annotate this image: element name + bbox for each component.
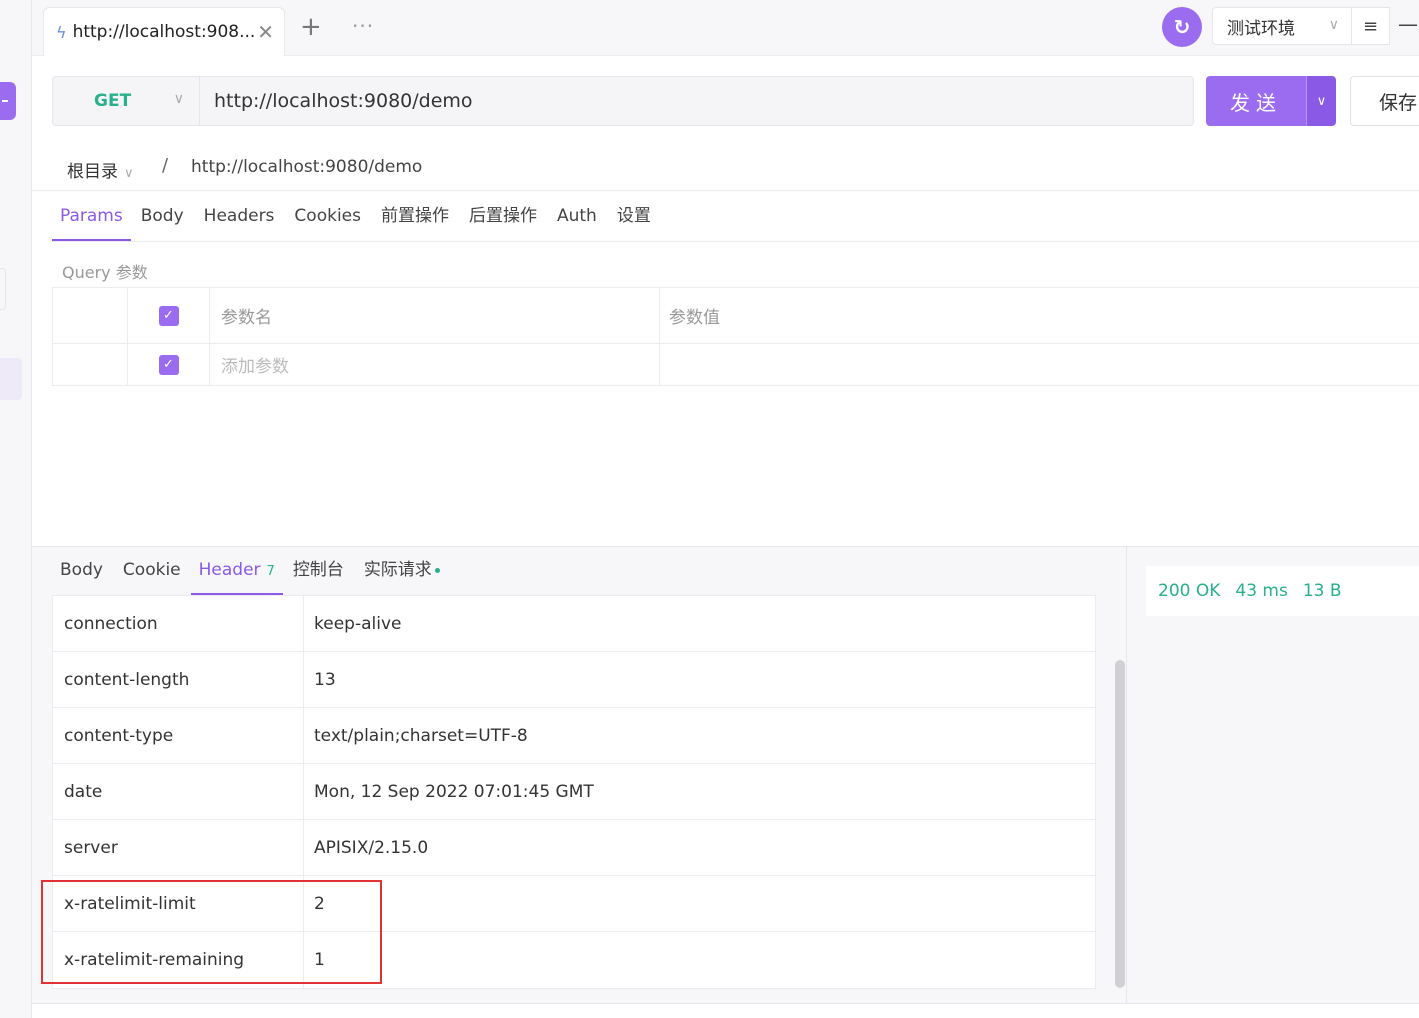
tab-params[interactable]: Params	[52, 193, 131, 241]
breadcrumb-root[interactable]: 根目录 ∨	[67, 157, 134, 182]
row-check-cell: ✓	[128, 344, 210, 385]
tab-post-actions[interactable]: 后置操作	[459, 193, 547, 241]
save-button[interactable]: 保存	[1350, 76, 1419, 126]
chevron-down-icon: ∨	[173, 91, 184, 107]
drag-cell	[53, 288, 128, 343]
highlight-annotation	[41, 880, 382, 984]
tab-response-body[interactable]: Body	[50, 548, 113, 595]
response-time: 43 ms	[1235, 581, 1288, 601]
tab-settings[interactable]: 设置	[607, 193, 661, 241]
tab-pre-actions[interactable]: 前置操作	[371, 193, 459, 241]
tab-cookies[interactable]: Cookies	[284, 193, 371, 241]
params-table: ✓ 参数名 参数值 ✓ 添加参数	[52, 287, 1419, 386]
header-count-badge: 7	[266, 564, 275, 579]
header-value: Mon, 12 Sep 2022 07:01:45 GMT	[314, 781, 594, 802]
header-key: date	[53, 764, 304, 819]
tab-title: http://localhost:908...	[72, 22, 256, 42]
tab-response-header[interactable]: Header 7	[190, 548, 283, 595]
divider	[52, 241, 1419, 242]
tab-headers[interactable]: Headers	[194, 193, 285, 241]
header-value: 13	[314, 669, 336, 690]
table-row: content-type text/plain;charset=UTF-8	[53, 708, 1095, 764]
row-checkbox[interactable]: ✓	[158, 354, 179, 375]
environment-select[interactable]: 测试环境 ∨	[1212, 7, 1352, 45]
environment-label: 测试环境	[1227, 18, 1295, 39]
response-size: 13 B	[1302, 581, 1342, 601]
header-value: keep-alive	[314, 613, 402, 634]
menu-icon[interactable]: ≡	[1352, 7, 1390, 45]
vertical-scrollbar[interactable]	[1115, 660, 1125, 988]
breadcrumb-separator: /	[162, 155, 169, 176]
tab-response-header-label: Header	[198, 560, 261, 580]
url-input[interactable]: http://localhost:9080/demo	[199, 76, 1194, 126]
table-row: content-length 13	[53, 652, 1095, 708]
panel-divider[interactable]	[1126, 546, 1127, 1018]
tab-response-cookie[interactable]: Cookie	[113, 548, 191, 595]
table-row: server APISIX/2.15.0	[53, 820, 1095, 876]
header-key: content-type	[53, 708, 304, 763]
more-tabs-button[interactable]: ···	[352, 14, 374, 38]
param-name-header: 参数名	[210, 288, 660, 343]
chevron-down-icon: ∨	[124, 166, 134, 181]
param-name-input[interactable]: 添加参数	[210, 344, 660, 385]
response-status: 200 OK 43 ms 13 B	[1146, 566, 1419, 616]
method-select[interactable]: GET ∨	[52, 76, 200, 126]
drag-cell	[53, 344, 128, 385]
table-row: date Mon, 12 Sep 2022 07:01:45 GMT	[53, 764, 1095, 820]
add-tab-button[interactable]: +	[300, 14, 322, 40]
tab-actual-request-label: 实际请求	[363, 560, 432, 580]
status-dot-icon	[434, 567, 440, 573]
sidebar-divider-mark	[0, 268, 6, 310]
sync-icon[interactable]: ↻	[1162, 7, 1202, 47]
breadcrumb-root-label: 根目录	[67, 162, 118, 182]
tab-actual-request[interactable]: 实际请求	[354, 548, 450, 595]
header-value: APISIX/2.15.0	[314, 837, 429, 858]
header-key: server	[53, 820, 304, 875]
header-key: connection	[53, 596, 304, 651]
tab-bar: ϟ http://localhost:908... ✕ + ··· ↻ 测试环境…	[32, 0, 1419, 56]
table-header-row: ✓ 参数名 参数值	[53, 288, 1419, 344]
send-button[interactable]: 发送	[1206, 76, 1306, 126]
tab-console[interactable]: 控制台	[283, 548, 354, 595]
bottom-status-bar	[32, 1003, 1419, 1018]
tab-auth[interactable]: Auth	[547, 193, 607, 241]
status-code: 200 OK	[1158, 581, 1221, 601]
add-param-placeholder: 添加参数	[221, 357, 289, 377]
param-value-header: 参数值	[669, 308, 720, 328]
param-value-input[interactable]	[660, 344, 1419, 385]
close-icon[interactable]: ✕	[257, 20, 274, 44]
query-params-label: Query 参数	[62, 263, 148, 282]
tab-body[interactable]: Body	[131, 193, 194, 241]
left-sidebar-strip	[0, 0, 32, 1018]
select-all-cell: ✓	[128, 288, 210, 343]
minimize-icon[interactable]: —	[1398, 12, 1418, 36]
lightning-icon: ϟ	[56, 22, 67, 42]
divider	[32, 190, 1419, 191]
chevron-down-icon: ∨	[1328, 17, 1339, 33]
select-all-checkbox[interactable]: ✓	[158, 305, 179, 326]
table-row: ✓ 添加参数	[53, 344, 1419, 385]
request-tab[interactable]: ϟ http://localhost:908... ✕	[43, 7, 285, 56]
breadcrumb-path: http://localhost:9080/demo	[191, 157, 423, 177]
request-tabs: Params Body Headers Cookies 前置操作 后置操作 Au…	[52, 193, 661, 243]
header-key: content-length	[53, 652, 304, 707]
header-value: text/plain;charset=UTF-8	[314, 725, 528, 746]
table-row: connection keep-alive	[53, 596, 1095, 652]
send-dropdown-button[interactable]: ∨	[1306, 76, 1336, 126]
header-value: 1	[314, 950, 325, 970]
response-tabs: Body Cookie Header 7 控制台 实际请求	[50, 548, 450, 596]
sidebar-active-item[interactable]	[0, 358, 22, 400]
sidebar-collapse-tab[interactable]	[0, 82, 16, 120]
header-value: 2	[314, 893, 325, 914]
method-label: GET	[94, 91, 132, 111]
